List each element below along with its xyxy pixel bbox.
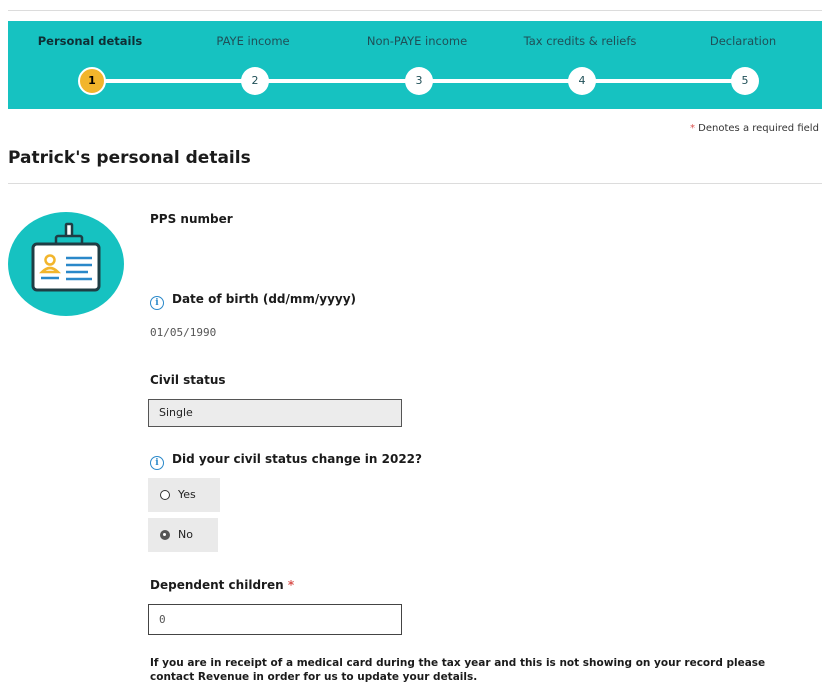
id-badge-icon bbox=[8, 212, 124, 316]
info-icon[interactable]: i bbox=[150, 456, 164, 470]
dob-label: Date of birth (dd/mm/yyyy) bbox=[172, 292, 357, 306]
info-icon[interactable]: i bbox=[150, 296, 164, 310]
dependent-children-input[interactable]: 0 bbox=[148, 604, 402, 635]
step-circle-2[interactable]: 2 bbox=[241, 67, 269, 95]
radio-label-no: No bbox=[178, 528, 193, 541]
radio-button-yes[interactable] bbox=[160, 490, 170, 500]
step-circle-4[interactable]: 4 bbox=[568, 67, 596, 95]
top-divider bbox=[8, 10, 822, 11]
title-divider bbox=[8, 183, 822, 184]
progress-stepper: Personal details PAYE income Non-PAYE in… bbox=[8, 21, 822, 109]
pps-number-label: PPS number bbox=[150, 212, 233, 226]
civil-status-field[interactable]: Single bbox=[148, 399, 402, 427]
dependent-children-label-row: Dependent children * bbox=[150, 578, 294, 592]
radio-label-yes: Yes bbox=[178, 488, 196, 501]
dob-label-row: i Date of birth (dd/mm/yyyy) bbox=[150, 292, 356, 310]
step-label-non-paye-income[interactable]: Non-PAYE income bbox=[367, 34, 467, 48]
radio-option-no[interactable]: No bbox=[148, 518, 218, 552]
step-circle-5[interactable]: 5 bbox=[731, 67, 759, 95]
medical-card-notice: If you are in receipt of a medical card … bbox=[150, 657, 766, 683]
civil-change-label-row: i Did your civil status change in 2022? bbox=[150, 452, 422, 470]
dependent-children-label: Dependent children bbox=[150, 578, 284, 592]
dob-value: 01/05/1990 bbox=[150, 326, 217, 339]
page-title: Patrick's personal details bbox=[8, 148, 251, 168]
civil-status-label: Civil status bbox=[150, 373, 226, 387]
required-field-note: * Denotes a required field bbox=[690, 123, 819, 134]
step-circle-3[interactable]: 3 bbox=[405, 67, 433, 95]
step-label-declaration[interactable]: Declaration bbox=[710, 34, 776, 48]
step-label-paye-income[interactable]: PAYE income bbox=[216, 34, 289, 48]
required-star: * bbox=[287, 578, 295, 592]
radio-button-no[interactable] bbox=[160, 530, 170, 540]
step-circle-1[interactable]: 1 bbox=[78, 67, 106, 95]
required-note-text: Denotes a required field bbox=[695, 123, 819, 134]
step-label-tax-credits[interactable]: Tax credits & reliefs bbox=[524, 34, 637, 48]
radio-option-yes[interactable]: Yes bbox=[148, 478, 220, 512]
step-label-personal-details[interactable]: Personal details bbox=[38, 34, 143, 48]
civil-change-label: Did your civil status change in 2022? bbox=[172, 452, 422, 466]
